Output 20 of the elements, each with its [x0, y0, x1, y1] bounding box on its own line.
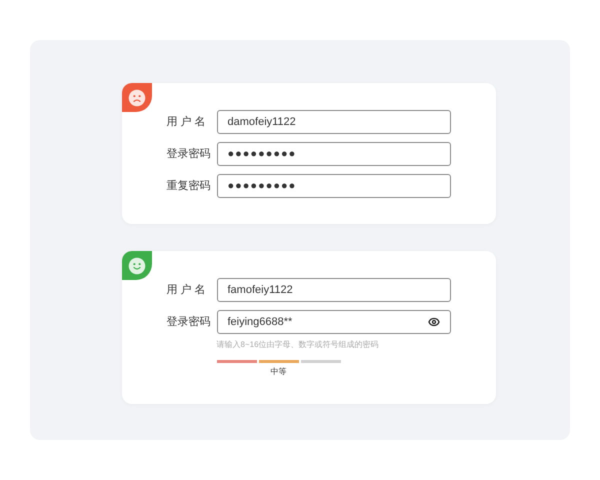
- strength-label: 中等: [270, 366, 288, 378]
- field-value: damofeiy1122: [228, 114, 297, 130]
- password-field[interactable]: ●●●●●●●●●: [216, 174, 450, 198]
- field-label: 登录密码: [166, 146, 212, 162]
- field-value: feiying6688**: [228, 314, 294, 330]
- field-value: ●●●●●●●●●: [228, 178, 298, 194]
- sad-face-icon: [128, 88, 146, 106]
- username-field[interactable]: famofeiy1122: [216, 278, 450, 302]
- field-label: 登录密码: [166, 314, 212, 330]
- smiley-face-icon: [128, 256, 146, 274]
- field-label: 重复密码: [166, 178, 212, 194]
- field-value: ●●●●●●●●●: [228, 146, 298, 162]
- hint-text: 请输入8~16位由字母、数字或符号组成的密码: [216, 339, 380, 351]
- username-field[interactable]: damofeiy1122: [216, 110, 450, 134]
- field-value: famofeiy1122: [228, 282, 294, 298]
- field-label: 用 户 名: [166, 114, 207, 130]
- field-label: 用 户 名: [166, 282, 207, 298]
- password-field[interactable]: feiying6688**: [216, 310, 450, 334]
- eye-icon[interactable]: [428, 316, 440, 328]
- password-field[interactable]: ●●●●●●●●●: [216, 142, 450, 166]
